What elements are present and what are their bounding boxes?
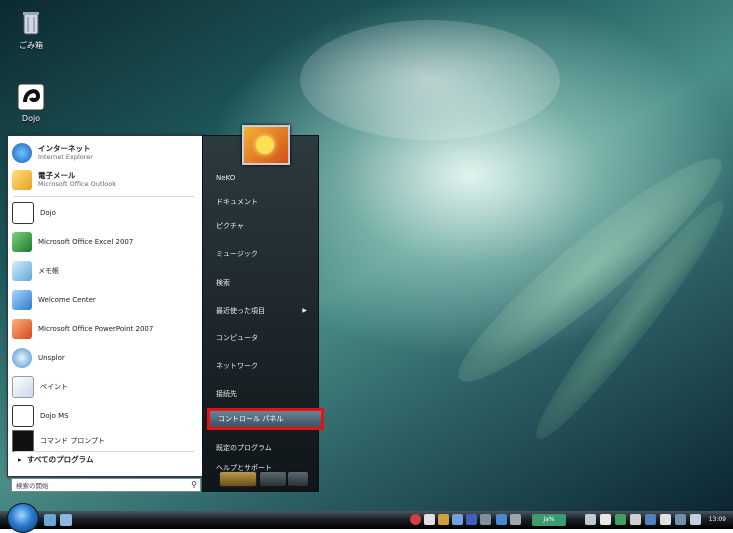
right-item-documents[interactable]: ドキュメント [212,193,317,211]
pinned-subtitle: Microsoft Office Outlook [38,180,116,188]
recycle-bin-label: ごみ箱 [19,41,43,50]
power-button[interactable] [219,471,257,487]
recent-item[interactable]: メモ帳 [12,258,59,284]
system-tray: Ja% 13:09 [410,513,730,527]
pinned-internet-explorer[interactable]: インターネット Internet Explorer [12,140,93,166]
recent-item[interactable]: Dojo MS [12,403,69,429]
tray-app-icon[interactable] [424,514,435,525]
right-item-network[interactable]: ネットワーク [212,357,317,375]
tray-app-icon[interactable] [480,514,491,525]
pinned-subtitle: Internet Explorer [38,153,93,161]
tray-notify-icon[interactable] [585,514,596,525]
recent-item-label: Microsoft Office Excel 2007 [38,237,134,246]
tray-app-icon[interactable] [510,514,521,525]
desktop: ごみ箱 Dojo インターネット Internet Explorer 電子メール M… [0,0,733,511]
lock-button[interactable] [259,471,287,487]
taskbar: Ja% 13:09 [0,503,733,533]
start-menu: インターネット Internet Explorer 電子メール Microsoft … [7,125,324,492]
recent-item-label: Microsoft Office PowerPoint 2007 [38,324,154,333]
right-item-connect-to[interactable]: 接続先 [212,385,317,403]
all-programs-arrow-icon: ▸ [18,455,27,464]
recent-item[interactable]: Dojo [12,200,56,226]
wallpaper-glow [300,20,560,140]
tray-app-icon[interactable] [496,514,507,525]
recent-item-label: メモ帳 [38,266,59,275]
dojo-icon [12,202,34,224]
tray-app-icon[interactable] [438,514,449,525]
recycle-bin-icon[interactable]: ごみ箱 [6,8,56,51]
pinned-separator [14,196,194,197]
powerpoint-icon [12,319,32,339]
recycle-bin-icon-image [16,8,46,38]
dojo-desktop-label: Dojo [21,114,41,123]
pinned-title: インターネット [38,144,91,153]
dojo-desktop-icon[interactable]: Dojo [6,82,56,123]
all-programs-button[interactable]: ▸ すべてのプログラム [18,454,93,465]
recent-item[interactable]: Microsoft Office PowerPoint 2007 [12,316,153,342]
all-programs-separator [14,451,194,452]
outlook-icon [12,170,32,190]
user-picture-sun-icon [256,136,274,154]
recent-item-label: ペイント [40,382,68,391]
pinned-title: 電子メール [38,171,76,180]
recent-item-label: Dojo [40,208,56,217]
search-placeholder: 検索の開始 [16,482,49,490]
recent-item[interactable]: Welcome Center [12,287,96,313]
tray-app-icon[interactable] [452,514,463,525]
recent-item[interactable]: Unsplor [12,345,65,371]
command-prompt-icon [12,430,34,452]
tray-notify-icon[interactable] [630,514,641,525]
start-menu-left-pane: インターネット Internet Explorer 電子メール Microsoft … [7,135,204,492]
start-search-input[interactable]: 検索の開始 ⚲ [11,478,201,492]
tray-app-icon[interactable] [410,514,421,525]
recent-item-label: Welcome Center [38,295,96,304]
quick-launch-switch-icon[interactable] [60,514,72,526]
language-bar[interactable]: Ja% [532,514,566,526]
volume-icon[interactable] [690,514,701,525]
tray-app-icon[interactable] [466,514,477,525]
recent-item[interactable]: Microsoft Office Excel 2007 [12,229,133,255]
wallpaper-streak [440,137,733,403]
right-item-default-programs[interactable]: 既定のプログラム [212,439,317,457]
tray-notify-icon[interactable] [645,514,656,525]
tray-notify-icon[interactable] [615,514,626,525]
right-item-control-panel[interactable]: コントロール パネル [207,408,324,430]
recent-item-label: Unsplor [38,353,65,362]
right-item-computer[interactable]: コンピュータ [212,329,317,347]
search-icon[interactable]: ⚲ [191,480,197,489]
dojo-ms-icon [12,405,34,427]
shutdown-options-button[interactable] [287,471,309,487]
wallpaper-streak [521,189,733,451]
right-item-user-folder[interactable]: NeKO [212,169,317,187]
recent-item-label: Dojo MS [40,411,69,420]
right-item-pictures[interactable]: ピクチャ [212,217,317,235]
paint-icon [12,376,34,398]
quick-launch-desktop-icon[interactable] [44,514,56,526]
recent-item[interactable]: ペイント [12,374,68,400]
welcome-center-icon [12,290,32,310]
recent-item-label: コマンド プロンプト [40,436,106,445]
clock[interactable]: 13:09 [709,516,726,523]
user-picture-avatar[interactable] [242,125,290,165]
recent-items-label: 最近使った項目 [216,307,265,315]
right-item-recent-items[interactable]: 最近使った項目 ▶ [212,302,317,320]
all-programs-label: すべてのプログラム [27,455,94,464]
pinned-email[interactable]: 電子メール Microsoft Office Outlook [12,167,116,193]
dojo-icon [16,82,46,112]
unsplor-icon [12,348,32,368]
network-icon[interactable] [675,514,686,525]
right-item-search[interactable]: 検索 [212,274,317,292]
notepad-icon [12,261,32,281]
internet-explorer-icon [12,143,32,163]
tray-notify-icon[interactable] [600,514,611,525]
right-item-music[interactable]: ミュージック [212,245,317,263]
excel-icon [12,232,32,252]
submenu-arrow-icon: ▶ [302,307,307,314]
tray-notify-icon[interactable] [660,514,671,525]
